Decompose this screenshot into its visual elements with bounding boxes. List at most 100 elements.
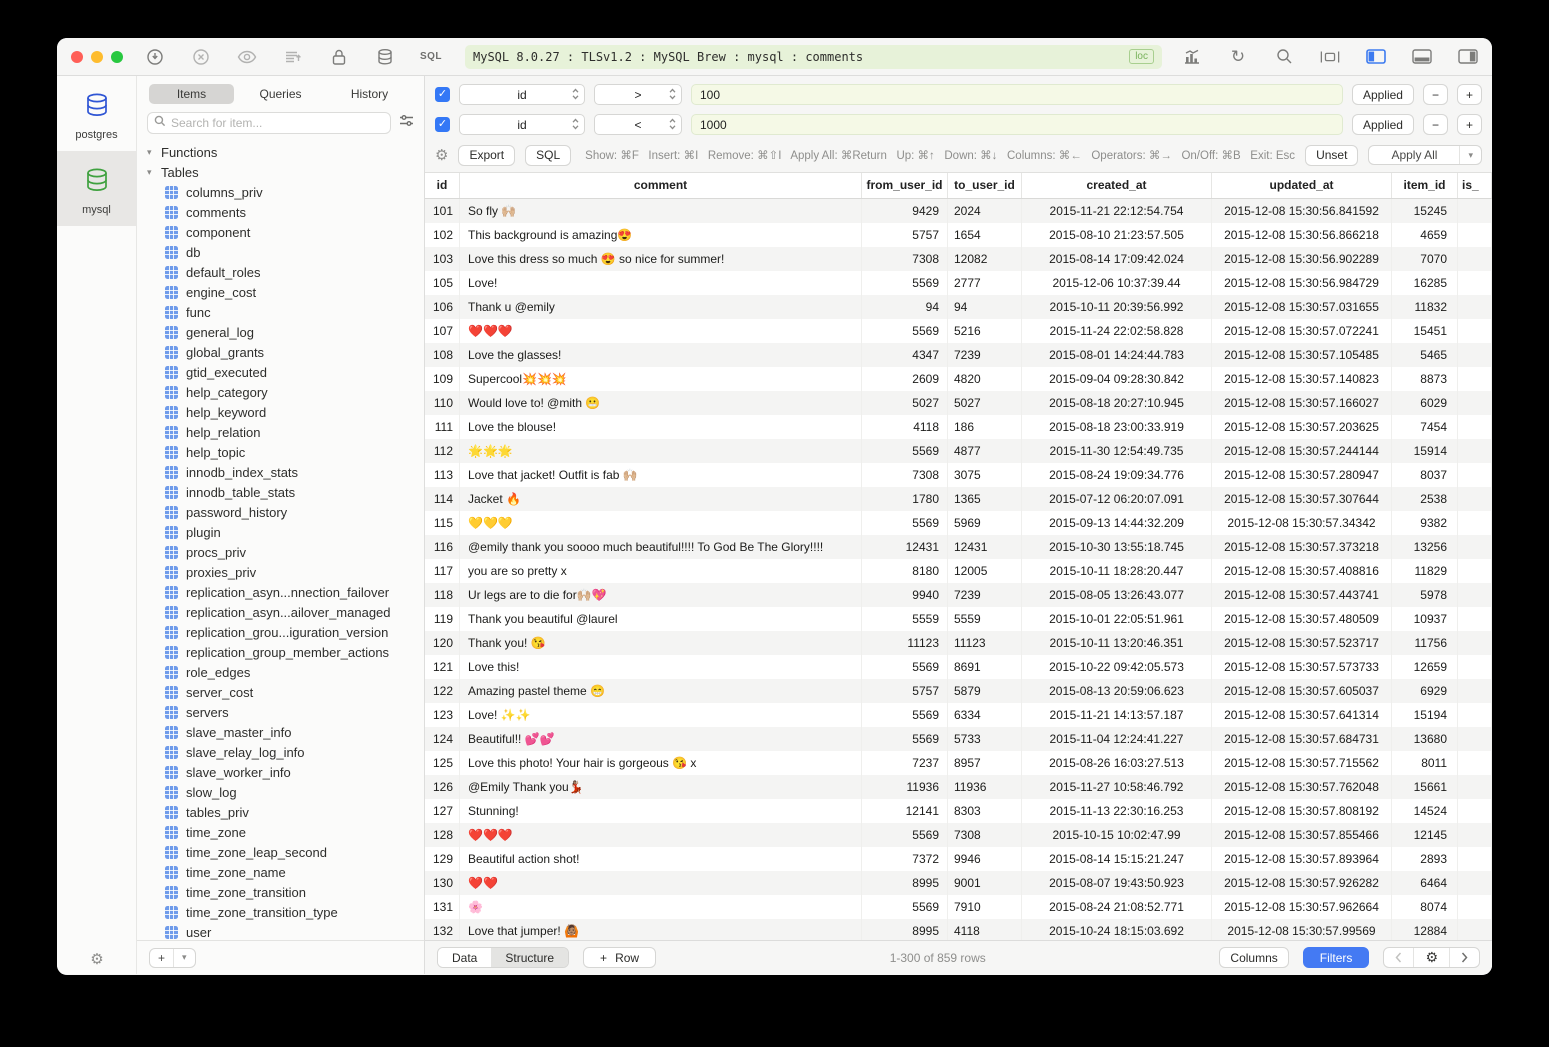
filter-applied-button[interactable]: Applied [1352, 84, 1414, 105]
cell-updated-at[interactable]: 2015-12-08 15:30:56.866218 [1212, 223, 1392, 247]
cell-is[interactable] [1458, 919, 1492, 940]
sidebar-table-item[interactable]: default_roles [137, 262, 424, 282]
cell-created-at[interactable]: 2015-11-13 22:30:16.253 [1022, 799, 1212, 823]
cell-created-at[interactable]: 2015-08-13 20:59:06.623 [1022, 679, 1212, 703]
cell-updated-at[interactable]: 2015-12-08 15:30:57.072241 [1212, 319, 1392, 343]
cell-id[interactable]: 116 [425, 535, 460, 559]
cell-item-id[interactable]: 13256 [1392, 535, 1458, 559]
cell-from-user-id[interactable]: 5027 [862, 391, 948, 415]
cell-updated-at[interactable]: 2015-12-08 15:30:57.893964 [1212, 847, 1392, 871]
add-item-button[interactable]: + [150, 949, 173, 967]
disconnect-icon[interactable] [191, 47, 211, 67]
cell-to-user-id[interactable]: 7239 [948, 583, 1022, 607]
table-row[interactable]: 106 Thank u @emily 94 94 2015-10-11 20:3… [425, 295, 1492, 319]
cell-updated-at[interactable]: 2015-12-08 15:30:57.808192 [1212, 799, 1392, 823]
cell-updated-at[interactable]: 2015-12-08 15:30:57.684731 [1212, 727, 1392, 751]
cell-item-id[interactable]: 11829 [1392, 559, 1458, 583]
cell-to-user-id[interactable]: 11936 [948, 775, 1022, 799]
filters-button[interactable]: Filters [1303, 947, 1370, 968]
cell-to-user-id[interactable]: 5559 [948, 607, 1022, 631]
sidebar-table-item[interactable]: time_zone_leap_second [137, 842, 424, 862]
cell-from-user-id[interactable]: 5757 [862, 223, 948, 247]
table-row[interactable]: 115 💛💛💛 5569 5969 2015-09-13 14:44:32.20… [425, 511, 1492, 535]
sidebar-table-item[interactable]: time_zone_transition_type [137, 902, 424, 922]
cell-updated-at[interactable]: 2015-12-08 15:30:57.605037 [1212, 679, 1392, 703]
tab-history[interactable]: History [327, 84, 412, 104]
cell-item-id[interactable]: 4659 [1392, 223, 1458, 247]
sidebar-table-item[interactable]: procs_priv [137, 542, 424, 562]
cell-comment[interactable]: Love that jumper! 🙆🏽 [460, 919, 862, 940]
cell-updated-at[interactable]: 2015-12-08 15:30:57.280947 [1212, 463, 1392, 487]
sidebar-table-item[interactable]: comments [137, 202, 424, 222]
cell-comment[interactable]: ❤️❤️ [460, 871, 862, 895]
cell-is[interactable] [1458, 799, 1492, 823]
cell-updated-at[interactable]: 2015-12-08 15:30:57.926282 [1212, 871, 1392, 895]
cell-id[interactable]: 119 [425, 607, 460, 631]
cell-from-user-id[interactable]: 8995 [862, 919, 948, 940]
sidebar-table-item[interactable]: time_zone_transition [137, 882, 424, 902]
database-icon[interactable] [375, 47, 395, 67]
cell-item-id[interactable]: 6464 [1392, 871, 1458, 895]
cell-to-user-id[interactable]: 1365 [948, 487, 1022, 511]
sidebar-table-item[interactable]: columns_priv [137, 182, 424, 202]
cell-updated-at[interactable]: 2015-12-08 15:30:57.166027 [1212, 391, 1392, 415]
sidebar-table-item[interactable]: innodb_table_stats [137, 482, 424, 502]
cell-comment[interactable]: Ur legs are to die for🙌🏼💖 [460, 583, 862, 607]
cell-to-user-id[interactable]: 1654 [948, 223, 1022, 247]
sidebar-table-item[interactable]: engine_cost [137, 282, 424, 302]
column-header-from-user-id[interactable]: from_user_id [862, 173, 948, 198]
cell-from-user-id[interactable]: 7372 [862, 847, 948, 871]
cell-comment[interactable]: Love this photo! Your hair is gorgeous 😘… [460, 751, 862, 775]
cell-from-user-id[interactable]: 94 [862, 295, 948, 319]
cell-comment[interactable]: Love! ✨✨ [460, 703, 862, 727]
cell-is[interactable] [1458, 199, 1492, 223]
cell-id[interactable]: 125 [425, 751, 460, 775]
cell-created-at[interactable]: 2015-10-30 13:55:18.745 [1022, 535, 1212, 559]
table-row[interactable]: 116 @emily thank you soooo much beautifu… [425, 535, 1492, 559]
cell-id[interactable]: 115 [425, 511, 460, 535]
cell-created-at[interactable]: 2015-08-24 19:09:34.776 [1022, 463, 1212, 487]
cell-created-at[interactable]: 2015-07-12 06:20:07.091 [1022, 487, 1212, 511]
table-row[interactable]: 114 Jacket 🔥 1780 1365 2015-07-12 06:20:… [425, 487, 1492, 511]
remove-filter-button[interactable]: − [1423, 84, 1448, 105]
column-width-icon[interactable] [1320, 47, 1340, 67]
tab-items[interactable]: Items [149, 84, 234, 104]
unset-button[interactable]: Unset [1305, 145, 1358, 166]
cell-updated-at[interactable]: 2015-12-08 15:30:57.762048 [1212, 775, 1392, 799]
cell-item-id[interactable]: 8074 [1392, 895, 1458, 919]
table-row[interactable]: 101 So fly 🙌🏼 9429 2024 2015-11-21 22:12… [425, 199, 1492, 223]
cell-is[interactable] [1458, 895, 1492, 919]
cell-created-at[interactable]: 2015-10-11 20:39:56.992 [1022, 295, 1212, 319]
add-item-menu-button[interactable]: ▾ [173, 949, 195, 967]
sidebar-table-item[interactable]: slave_worker_info [137, 762, 424, 782]
add-filter-button[interactable]: + [1457, 114, 1482, 135]
cell-is[interactable] [1458, 247, 1492, 271]
table-row[interactable]: 111 Love the blouse! 4118 186 2015-08-18… [425, 415, 1492, 439]
cell-is[interactable] [1458, 439, 1492, 463]
cell-is[interactable] [1458, 583, 1492, 607]
cell-updated-at[interactable]: 2015-12-08 15:30:57.244144 [1212, 439, 1392, 463]
cell-id[interactable]: 105 [425, 271, 460, 295]
cell-to-user-id[interactable]: 9946 [948, 847, 1022, 871]
cell-id[interactable]: 123 [425, 703, 460, 727]
cell-from-user-id[interactable]: 12431 [862, 535, 948, 559]
column-header-comment[interactable]: comment [460, 173, 862, 198]
add-filter-button[interactable]: + [1457, 84, 1482, 105]
refresh-icon[interactable]: ↻ [1228, 47, 1248, 67]
cell-item-id[interactable]: 8037 [1392, 463, 1458, 487]
sidebar-table-item[interactable]: db [137, 242, 424, 262]
cell-to-user-id[interactable]: 2024 [948, 199, 1022, 223]
cell-created-at[interactable]: 2015-10-01 22:05:51.961 [1022, 607, 1212, 631]
cell-item-id[interactable]: 11832 [1392, 295, 1458, 319]
cell-to-user-id[interactable]: 6334 [948, 703, 1022, 727]
sidebar-table-item[interactable]: role_edges [137, 662, 424, 682]
cell-from-user-id[interactable]: 5569 [862, 271, 948, 295]
cell-id[interactable]: 132 [425, 919, 460, 940]
structure-tab[interactable]: Structure [491, 948, 568, 967]
filter-settings-gear-icon[interactable]: ⚙ [435, 146, 448, 164]
cell-item-id[interactable]: 6929 [1392, 679, 1458, 703]
sql-button[interactable]: SQL [525, 145, 571, 166]
table-row[interactable]: 127 Stunning! 12141 8303 2015-11-13 22:3… [425, 799, 1492, 823]
table-row[interactable]: 118 Ur legs are to die for🙌🏼💖 9940 7239 … [425, 583, 1492, 607]
filter-value-input[interactable]: 1000 [691, 114, 1343, 135]
